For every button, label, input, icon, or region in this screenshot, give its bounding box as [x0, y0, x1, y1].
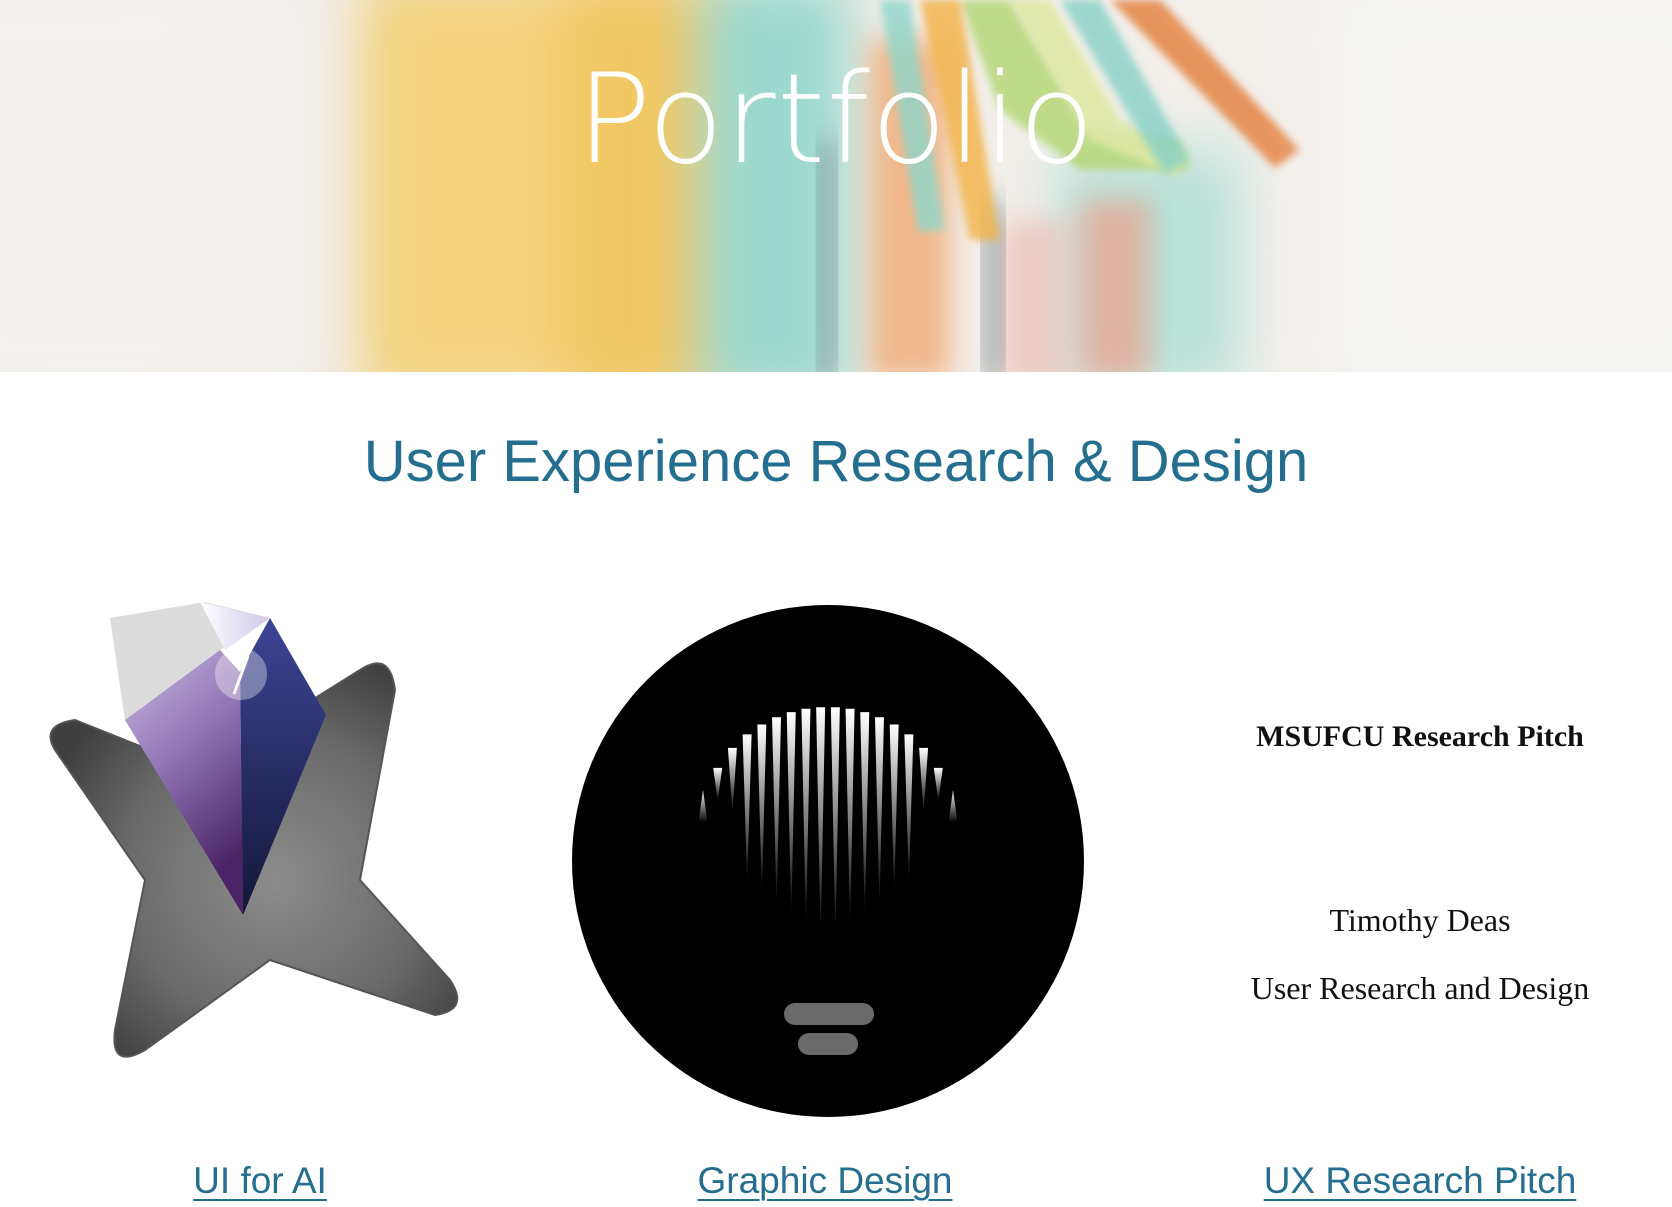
crystal-star-icon[interactable]	[30, 590, 490, 1130]
section-title: User Experience Research & Design	[363, 429, 1309, 494]
lightbulb-icon[interactable]	[555, 590, 1095, 1130]
portfolio-card-ux-research-pitch: MSUFCU Research Pitch Timothy Deas User …	[1200, 590, 1640, 1207]
hero-title: Portfolio	[576, 48, 1096, 192]
portfolio-card-ui-for-ai: UI for AI	[30, 590, 490, 1207]
ux-research-pitch-link[interactable]: UX Research Pitch	[1200, 1158, 1640, 1204]
hero-banner: Portfolio	[0, 0, 1672, 372]
ui-for-ai-link[interactable]: UI for AI	[30, 1158, 490, 1204]
research-pitch-document-thumbnail[interactable]: MSUFCU Research Pitch Timothy Deas User …	[1200, 590, 1640, 1130]
document-author: Timothy Deas	[1329, 902, 1511, 938]
document-role: User Research and Design	[1250, 970, 1590, 1006]
document-title: MSUFCU Research Pitch	[1256, 720, 1584, 753]
portfolio-card-graphic-design: Graphic Design	[555, 590, 1095, 1207]
graphic-design-link[interactable]: Graphic Design	[555, 1158, 1095, 1204]
